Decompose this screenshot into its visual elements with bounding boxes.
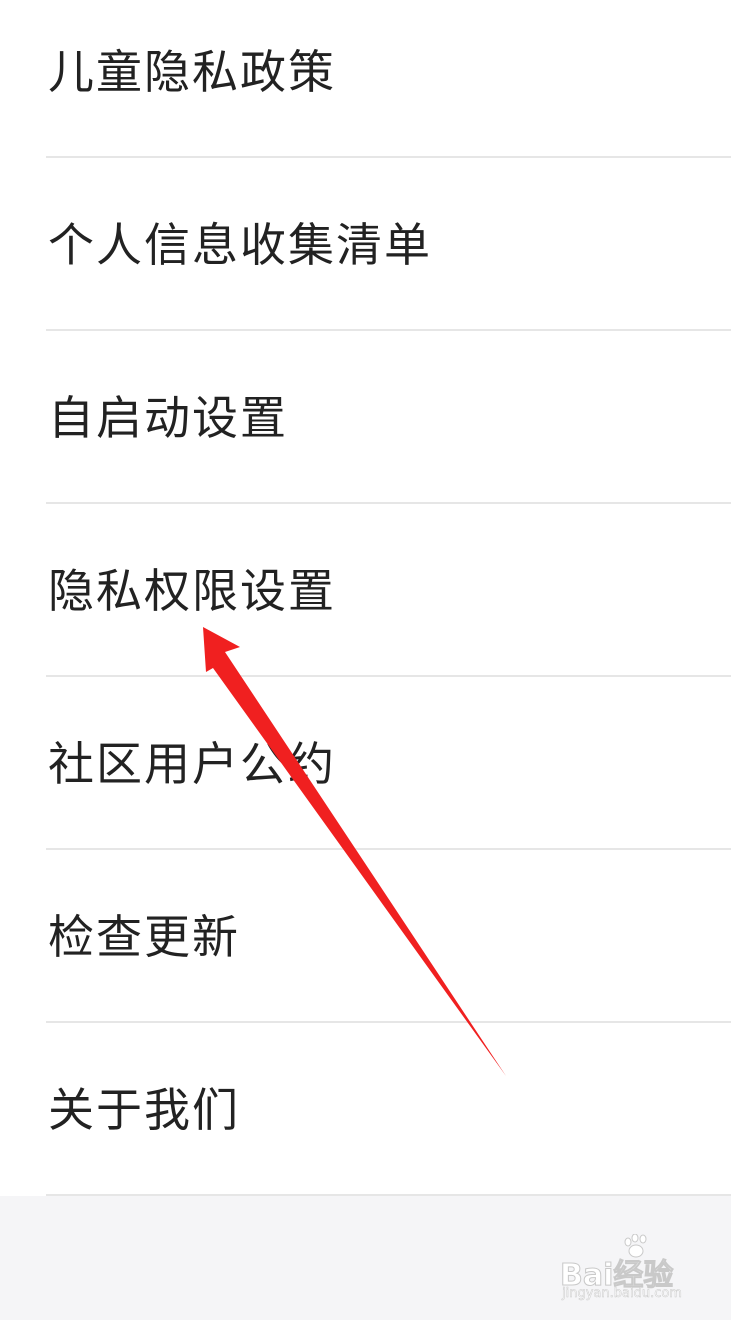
menu-item-community-convention[interactable]: 社区用户公约 bbox=[0, 678, 731, 850]
menu-item-label: 自启动设置 bbox=[48, 391, 288, 445]
menu-item-label: 儿童隐私政策 bbox=[48, 45, 336, 99]
menu-item-children-privacy-policy[interactable]: 儿童隐私政策 bbox=[0, 0, 731, 158]
menu-divider bbox=[46, 329, 731, 331]
watermark-url: jingyan.baidu.com bbox=[562, 1286, 682, 1302]
menu-item-about-us[interactable]: 关于我们 bbox=[0, 1024, 731, 1196]
settings-menu-list: 儿童隐私政策 个人信息收集清单 自启动设置 隐私权限设置 社区用户公约 检查更新… bbox=[0, 0, 731, 1196]
menu-divider bbox=[46, 675, 731, 677]
menu-divider bbox=[46, 848, 731, 850]
menu-divider bbox=[46, 1021, 731, 1023]
menu-divider bbox=[46, 502, 731, 504]
menu-divider bbox=[46, 156, 731, 158]
menu-item-check-update[interactable]: 检查更新 bbox=[0, 851, 731, 1023]
menu-item-label: 个人信息收集清单 bbox=[48, 218, 432, 272]
menu-item-privacy-permission-settings[interactable]: 隐私权限设置 bbox=[0, 505, 731, 677]
menu-item-label: 关于我们 bbox=[48, 1083, 240, 1137]
menu-item-label: 检查更新 bbox=[48, 910, 240, 964]
menu-item-auto-start-settings[interactable]: 自启动设置 bbox=[0, 332, 731, 504]
settings-screen: 儿童隐私政策 个人信息收集清单 自启动设置 隐私权限设置 社区用户公约 检查更新… bbox=[0, 0, 731, 1320]
menu-item-label: 隐私权限设置 bbox=[48, 564, 336, 618]
menu-item-personal-info-list[interactable]: 个人信息收集清单 bbox=[0, 159, 731, 331]
baidu-jingyan-watermark: Bai经验 jingyan.baidu.com bbox=[559, 1234, 710, 1310]
menu-item-label: 社区用户公约 bbox=[48, 737, 336, 791]
